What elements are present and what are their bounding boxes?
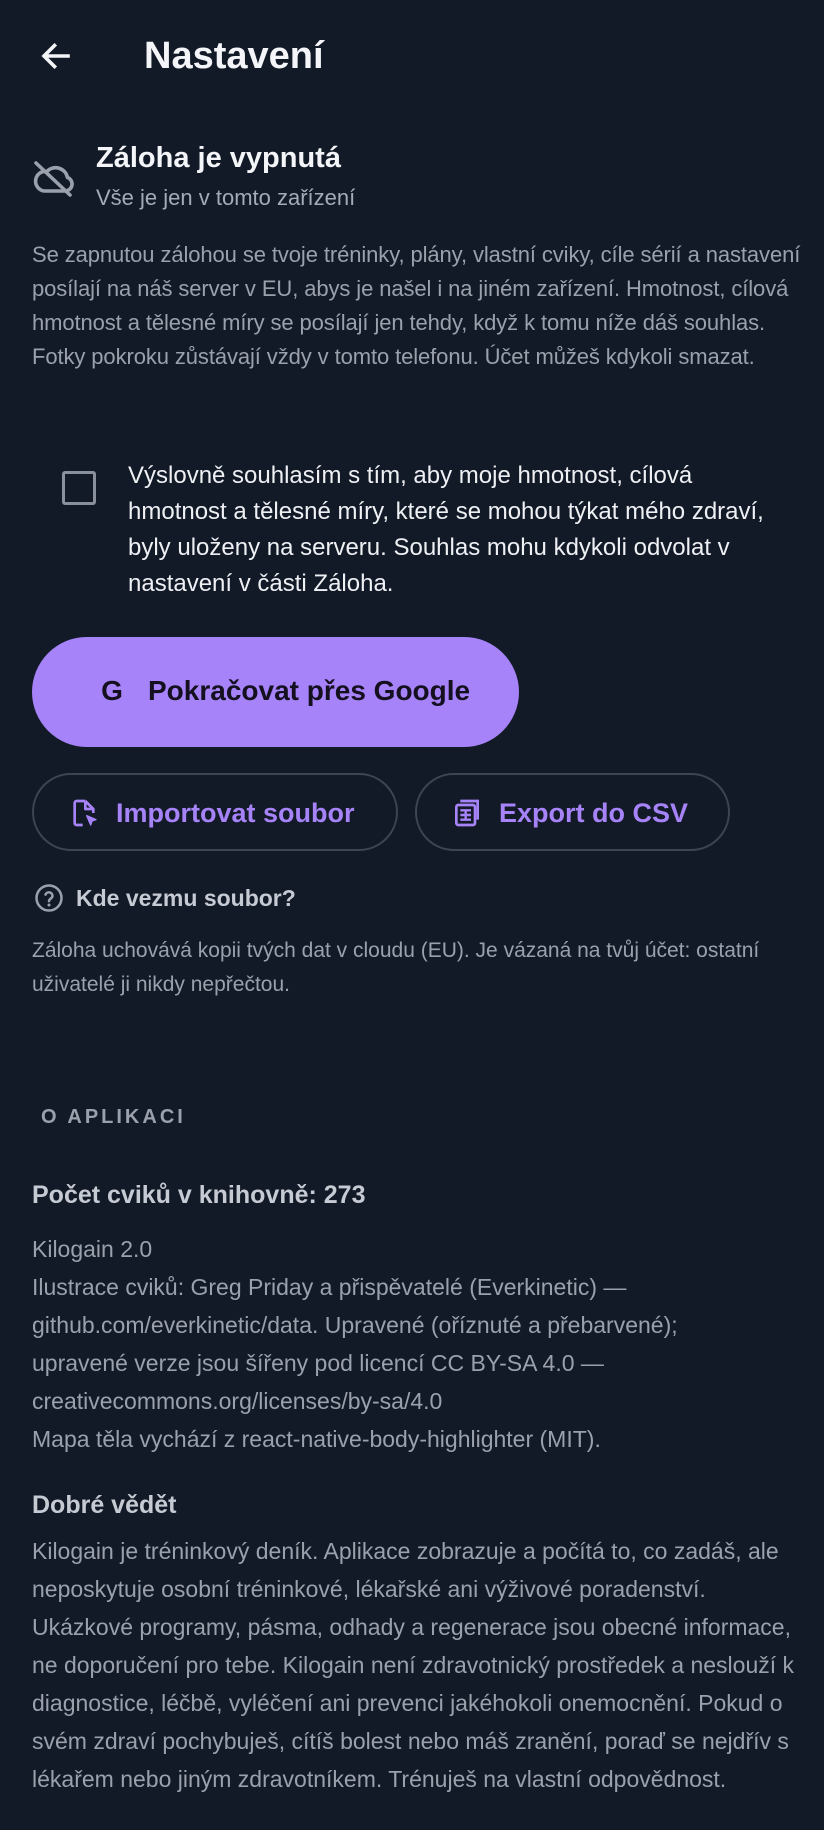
cloud-backup-note: Záloha uchovává kopii tvých dat v cloudu… xyxy=(32,939,760,996)
spreadsheet-icon xyxy=(455,799,479,827)
about-line: Mapa těla vychází z react-native-body-hi… xyxy=(32,1426,601,1452)
export-button-label: Export do CSV xyxy=(499,798,689,828)
arrow-left-icon xyxy=(41,42,70,70)
google-button-label: Pokračovat přes Google xyxy=(148,675,471,706)
export-csv-button[interactable]: Export do CSV xyxy=(415,773,730,851)
about-line: creativecommons.org/licenses/by-sa/4.0 xyxy=(32,1388,443,1414)
back-button[interactable] xyxy=(28,30,84,82)
about-info: Kilogain 2.0 Ilustrace cviků: Greg Prida… xyxy=(32,1230,812,1458)
google-g-icon: G xyxy=(101,675,123,706)
file-import-icon xyxy=(73,799,97,827)
exercise-count: Počet cviků v knihovně: 273 xyxy=(32,1181,366,1209)
backup-status-title: Záloha je vypnutá xyxy=(96,142,341,174)
cloud-off-icon xyxy=(33,161,74,197)
good-to-know-title: Dobré vědět xyxy=(32,1491,177,1519)
about-section-heading: O APLIKACI xyxy=(41,1106,186,1128)
consent-checkbox[interactable] xyxy=(62,471,96,505)
backup-status-subtitle: Vše je jen v tomto zařízení xyxy=(96,185,356,210)
backup-description: Se zapnutou zálohou se tvoje tréninky, p… xyxy=(32,242,801,369)
import-file-button[interactable]: Importovat soubor xyxy=(32,773,398,851)
page-title: Nastavení xyxy=(144,35,324,77)
good-to-know-text: Kilogain je tréninkový deník. Aplikace z… xyxy=(32,1538,795,1792)
continue-with-google-button[interactable]: G Pokračovat přes Google xyxy=(32,637,519,747)
about-line: github.com/everkinetic/data. Upravené (o… xyxy=(32,1312,678,1338)
consent-text[interactable]: Výslovně souhlasím s tím, aby moje hmotn… xyxy=(128,458,788,602)
about-line: Ilustrace cviků: Greg Priday a přispěvat… xyxy=(32,1274,627,1300)
about-line: upravené verze jsou šířeny pod licencí C… xyxy=(32,1350,604,1376)
where-to-get-file-link[interactable]: Kde vezmu soubor? xyxy=(76,882,296,914)
help-circle-icon xyxy=(35,884,63,912)
import-button-label: Importovat soubor xyxy=(116,798,355,828)
app-version: Kilogain 2.0 xyxy=(32,1236,153,1262)
